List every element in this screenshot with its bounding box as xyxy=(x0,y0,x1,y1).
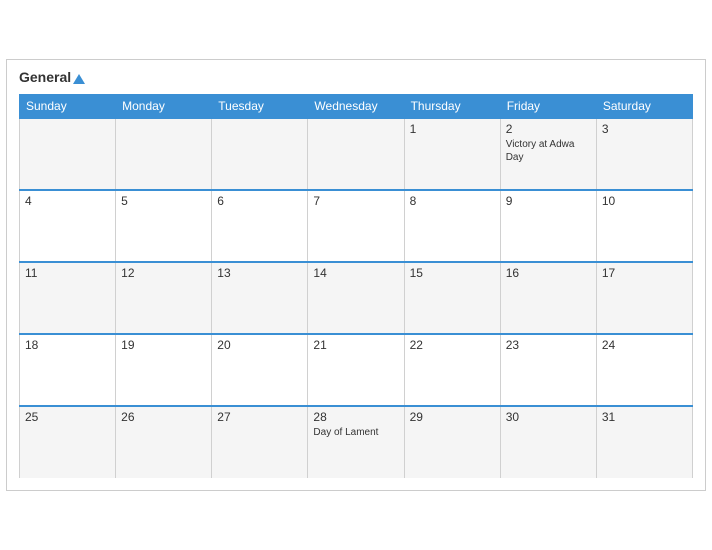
calendar-cell: 6 xyxy=(212,190,308,262)
calendar-cell: 7 xyxy=(308,190,404,262)
logo-triangle-icon xyxy=(73,74,85,84)
calendar-cell: 26 xyxy=(116,406,212,478)
calendar-cell: 23 xyxy=(500,334,596,406)
calendar-cell: 19 xyxy=(116,334,212,406)
day-number: 13 xyxy=(217,266,302,280)
day-number: 9 xyxy=(506,194,591,208)
logo-general-text: General xyxy=(19,70,85,85)
weekday-header-sunday: Sunday xyxy=(20,94,116,118)
calendar-cell xyxy=(212,118,308,190)
day-number: 21 xyxy=(313,338,398,352)
day-number: 16 xyxy=(506,266,591,280)
day-number: 2 xyxy=(506,122,591,136)
day-number: 19 xyxy=(121,338,206,352)
weekday-header-monday: Monday xyxy=(116,94,212,118)
day-number: 15 xyxy=(410,266,495,280)
day-number: 4 xyxy=(25,194,110,208)
calendar-cell: 25 xyxy=(20,406,116,478)
calendar-cell: 2 Victory at Adwa Day xyxy=(500,118,596,190)
calendar-week-3: 11 12 13 14 15 16 17 xyxy=(20,262,693,334)
calendar-container: General SundayMondayTuesdayWednesdayThur… xyxy=(6,59,706,490)
day-number: 12 xyxy=(121,266,206,280)
day-number: 5 xyxy=(121,194,206,208)
calendar-week-2: 456789 10 xyxy=(20,190,693,262)
calendar-cell: 24 xyxy=(596,334,692,406)
calendar-cell: 4 xyxy=(20,190,116,262)
calendar-cell: 10 xyxy=(596,190,692,262)
calendar-week-5: 25 26 27 28 Day of Lament 29 30 31 xyxy=(20,406,693,478)
calendar-body: 12Victory at Adwa Day3456789101112131415… xyxy=(20,118,693,478)
calendar-cell: 9 xyxy=(500,190,596,262)
weekday-header-saturday: Saturday xyxy=(596,94,692,118)
calendar-cell: 15 xyxy=(404,262,500,334)
weekday-header-wednesday: Wednesday xyxy=(308,94,404,118)
weekday-header-friday: Friday xyxy=(500,94,596,118)
calendar-cell: 16 xyxy=(500,262,596,334)
day-number: 23 xyxy=(506,338,591,352)
calendar-cell xyxy=(116,118,212,190)
logo: General xyxy=(19,70,85,85)
weekday-header-tuesday: Tuesday xyxy=(212,94,308,118)
calendar-cell: 30 xyxy=(500,406,596,478)
day-number: 27 xyxy=(217,410,302,424)
weekday-header-thursday: Thursday xyxy=(404,94,500,118)
calendar-week-4: 18 19 20 21 22 23 24 xyxy=(20,334,693,406)
calendar-cell: 13 xyxy=(212,262,308,334)
day-number: 30 xyxy=(506,410,591,424)
day-number: 6 xyxy=(217,194,302,208)
calendar-cell xyxy=(308,118,404,190)
day-number: 14 xyxy=(313,266,398,280)
day-number: 11 xyxy=(25,266,110,280)
holiday-label: Day of Lament xyxy=(313,426,398,439)
day-number: 8 xyxy=(410,194,495,208)
calendar-cell: 12 xyxy=(116,262,212,334)
calendar-cell: 1 xyxy=(404,118,500,190)
day-number: 28 xyxy=(313,410,398,424)
calendar-cell: 3 xyxy=(596,118,692,190)
calendar-cell: 20 xyxy=(212,334,308,406)
calendar-cell: 8 xyxy=(404,190,500,262)
day-number: 26 xyxy=(121,410,206,424)
day-number: 31 xyxy=(602,410,687,424)
calendar-cell xyxy=(20,118,116,190)
calendar-grid: SundayMondayTuesdayWednesdayThursdayFrid… xyxy=(19,94,693,478)
calendar-cell: 27 xyxy=(212,406,308,478)
day-number: 20 xyxy=(217,338,302,352)
calendar-cell: 18 xyxy=(20,334,116,406)
day-number: 7 xyxy=(313,194,398,208)
day-number: 29 xyxy=(410,410,495,424)
calendar-week-1: 12 Victory at Adwa Day 3 xyxy=(20,118,693,190)
calendar-cell: 22 xyxy=(404,334,500,406)
day-number: 3 xyxy=(602,122,687,136)
calendar-cell: 31 xyxy=(596,406,692,478)
calendar-cell: 28 Day of Lament xyxy=(308,406,404,478)
calendar-header-row: SundayMondayTuesdayWednesdayThursdayFrid… xyxy=(20,94,693,118)
calendar-cell: 5 xyxy=(116,190,212,262)
day-number: 10 xyxy=(602,194,687,208)
calendar-cell: 17 xyxy=(596,262,692,334)
day-number: 22 xyxy=(410,338,495,352)
day-number: 1 xyxy=(410,122,495,136)
calendar-header: General xyxy=(19,70,693,85)
day-number: 24 xyxy=(602,338,687,352)
day-number: 25 xyxy=(25,410,110,424)
day-number: 17 xyxy=(602,266,687,280)
calendar-cell: 21 xyxy=(308,334,404,406)
calendar-cell: 29 xyxy=(404,406,500,478)
calendar-cell: 14 xyxy=(308,262,404,334)
calendar-cell: 11 xyxy=(20,262,116,334)
holiday-label: Victory at Adwa Day xyxy=(506,138,591,164)
day-number: 18 xyxy=(25,338,110,352)
